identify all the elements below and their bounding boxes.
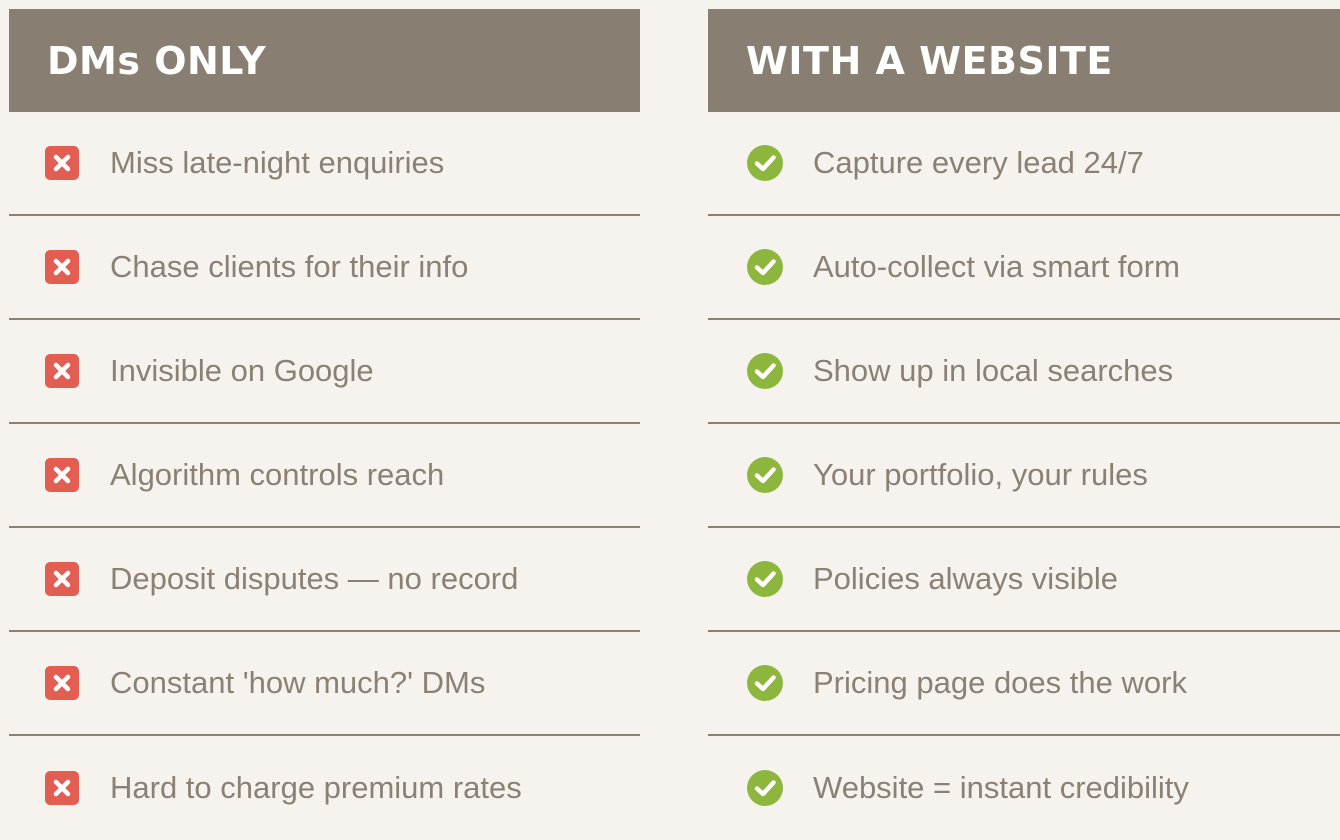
list-item-label: Website = instant credibility [813,770,1189,805]
dms-only-heading: DMs ONLY [9,9,640,112]
list-item-label: Invisible on Google [110,353,374,388]
list-item: Pricing page does the work [708,632,1340,736]
list-item: Chase clients for their info [9,216,640,320]
x-mark-icon [45,771,79,805]
list-item-label: Policies always visible [813,561,1118,596]
list-item-label: Pricing page does the work [813,665,1187,700]
list-item-label: Your portfolio, your rules [813,457,1148,492]
list-item: Policies always visible [708,528,1340,632]
list-item: Algorithm controls reach [9,424,640,528]
with-website-heading: WITH A WEBSITE [708,9,1340,112]
list-item: Website = instant credibility [708,736,1340,840]
check-circle-icon [747,770,783,806]
check-circle-icon [747,249,783,285]
list-item: Capture every lead 24/7 [708,112,1340,216]
with-website-list: Capture every lead 24/7 Auto-collect via … [708,112,1340,840]
dms-only-list: Miss late-night enquiries Chase clients f… [9,112,640,840]
check-circle-icon [747,457,783,493]
list-item-label: Miss late-night enquiries [110,145,445,180]
with-website-column: WITH A WEBSITE Capture every lead 24/7 Au… [708,9,1340,840]
check-circle-icon [747,353,783,389]
list-item-label: Capture every lead 24/7 [813,145,1144,180]
list-item-label: Deposit disputes — no record [110,561,519,596]
check-circle-icon [747,561,783,597]
list-item: Invisible on Google [9,320,640,424]
x-mark-icon [45,666,79,700]
list-item-label: Show up in local searches [813,353,1174,388]
list-item: Your portfolio, your rules [708,424,1340,528]
check-circle-icon [747,145,783,181]
list-item-label: Auto-collect via smart form [813,249,1180,284]
list-item-label: Constant 'how much?' DMs [110,665,486,700]
list-item: Hard to charge premium rates [9,736,640,840]
x-mark-icon [45,458,79,492]
x-mark-icon [45,562,79,596]
list-item: Auto-collect via smart form [708,216,1340,320]
x-mark-icon [45,354,79,388]
list-item: Deposit disputes — no record [9,528,640,632]
list-item: Constant 'how much?' DMs [9,632,640,736]
list-item-label: Hard to charge premium rates [110,770,522,805]
list-item: Miss late-night enquiries [9,112,640,216]
check-circle-icon [747,665,783,701]
list-item-label: Chase clients for their info [110,249,469,284]
dms-only-column: DMs ONLY Miss late-night enquiries Chase … [9,9,640,840]
list-item-label: Algorithm controls reach [110,457,445,492]
x-mark-icon [45,146,79,180]
list-item: Show up in local searches [708,320,1340,424]
x-mark-icon [45,250,79,284]
